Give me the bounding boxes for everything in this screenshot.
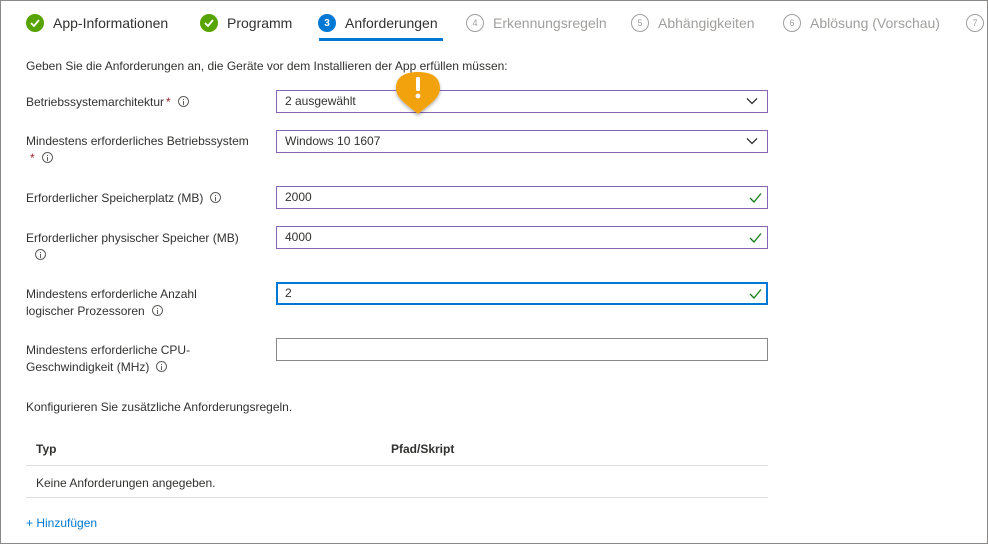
step-number-icon: 4 [466, 14, 484, 32]
architecture-label-text: Betriebssystemarchitektur [26, 95, 165, 109]
checkmark-icon [26, 14, 44, 32]
add-requirement-link[interactable]: + Hinzufügen [26, 516, 97, 530]
step-7[interactable]: 7 [966, 10, 984, 40]
info-icon[interactable] [210, 192, 222, 204]
physical-memory-label: Erforderlicher physischer Speicher (MB) [26, 230, 271, 264]
checkmark-icon [749, 193, 762, 203]
required-marker: * [30, 151, 35, 165]
step-anforderungen[interactable]: 3 Anforderungen [318, 10, 438, 40]
min-os-label: Mindestens erforderliches Betriebssystem… [26, 133, 271, 167]
column-header-pfad-skript[interactable]: Pfad/Skript [391, 442, 454, 456]
step-programm[interactable]: Programm [200, 10, 292, 40]
step-label: Abhängigkeiten [658, 15, 755, 31]
step-label: App-Informationen [53, 15, 169, 31]
step-label: Anforderungen [345, 15, 438, 31]
checkmark-icon [200, 14, 218, 32]
disk-space-value: 2000 [285, 190, 312, 204]
physical-memory-label-text: Erforderlicher physischer Speicher (MB) [26, 231, 239, 245]
architecture-dropdown[interactable]: 2 ausgewählt [276, 90, 768, 113]
current-step-indicator [319, 38, 443, 41]
min-os-dropdown[interactable]: Windows 10 1607 [276, 130, 768, 153]
info-icon[interactable] [41, 152, 53, 164]
architecture-value: 2 ausgewählt [285, 94, 356, 108]
cpu-speed-input[interactable] [276, 338, 768, 361]
step-label: Programm [227, 15, 293, 31]
wizard-steps: App-Informationen Programm 3 Anforderung… [0, 0, 986, 44]
min-os-value: Windows 10 1607 [285, 134, 381, 148]
chevron-down-icon [746, 98, 758, 105]
warning-callout-icon [396, 72, 440, 114]
info-icon[interactable] [177, 96, 189, 108]
cpu-speed-label-line2: Geschwindigkeit (MHz) [26, 360, 150, 374]
column-header-typ[interactable]: Typ [36, 442, 56, 456]
cpu-speed-label-line1: Mindestens erforderliche CPU- [26, 343, 191, 357]
architecture-label: Betriebssystemarchitektur * [26, 94, 271, 111]
step-erkennungsregeln[interactable]: 4 Erkennungsregeln [466, 10, 607, 40]
processors-value: 2 [285, 286, 292, 300]
info-icon[interactable] [151, 305, 163, 317]
table-divider [26, 465, 768, 466]
step-app-informationen[interactable]: App-Informationen [26, 10, 168, 40]
step-label: Ablösung (Vorschau) [810, 15, 940, 31]
step-number-icon: 3 [318, 14, 336, 32]
table-divider [26, 497, 768, 498]
info-icon[interactable] [35, 249, 46, 261]
cpu-speed-label: Mindestens erforderliche CPU- Geschwindi… [26, 342, 271, 376]
min-os-label-text: Mindestens erforderliches Betriebssystem [26, 134, 249, 148]
window-frame [0, 0, 988, 544]
checkmark-icon [749, 233, 762, 243]
disk-space-label: Erforderlicher Speicherplatz (MB) [26, 190, 271, 207]
table-empty-message: Keine Anforderungen angegeben. [36, 476, 216, 490]
processors-input[interactable]: 2 [276, 282, 768, 305]
physical-memory-value: 4000 [285, 230, 312, 244]
step-label: Erkennungsregeln [493, 15, 607, 31]
processors-label: Mindestens erforderliche Anzahl logische… [26, 286, 271, 320]
step-number-icon: 6 [783, 14, 801, 32]
additional-rules-text: Konfigurieren Sie zusätzliche Anforderun… [26, 400, 293, 414]
physical-memory-input[interactable]: 4000 [276, 226, 768, 249]
required-marker: * [166, 95, 171, 109]
disk-space-input[interactable]: 2000 [276, 186, 768, 209]
checkmark-icon [749, 289, 762, 299]
chevron-down-icon [746, 138, 758, 145]
step-number-icon: 7 [966, 14, 984, 32]
step-abhaengigkeiten[interactable]: 5 Abhängigkeiten [631, 10, 755, 40]
step-abloesung[interactable]: 6 Ablösung (Vorschau) [783, 10, 940, 40]
step-number-icon: 5 [631, 14, 649, 32]
disk-space-label-text: Erforderlicher Speicherplatz (MB) [26, 191, 204, 205]
processors-label-line2: logischer Prozessoren [26, 304, 145, 318]
processors-label-line1: Mindestens erforderliche Anzahl [26, 287, 197, 301]
info-icon[interactable] [156, 361, 168, 373]
